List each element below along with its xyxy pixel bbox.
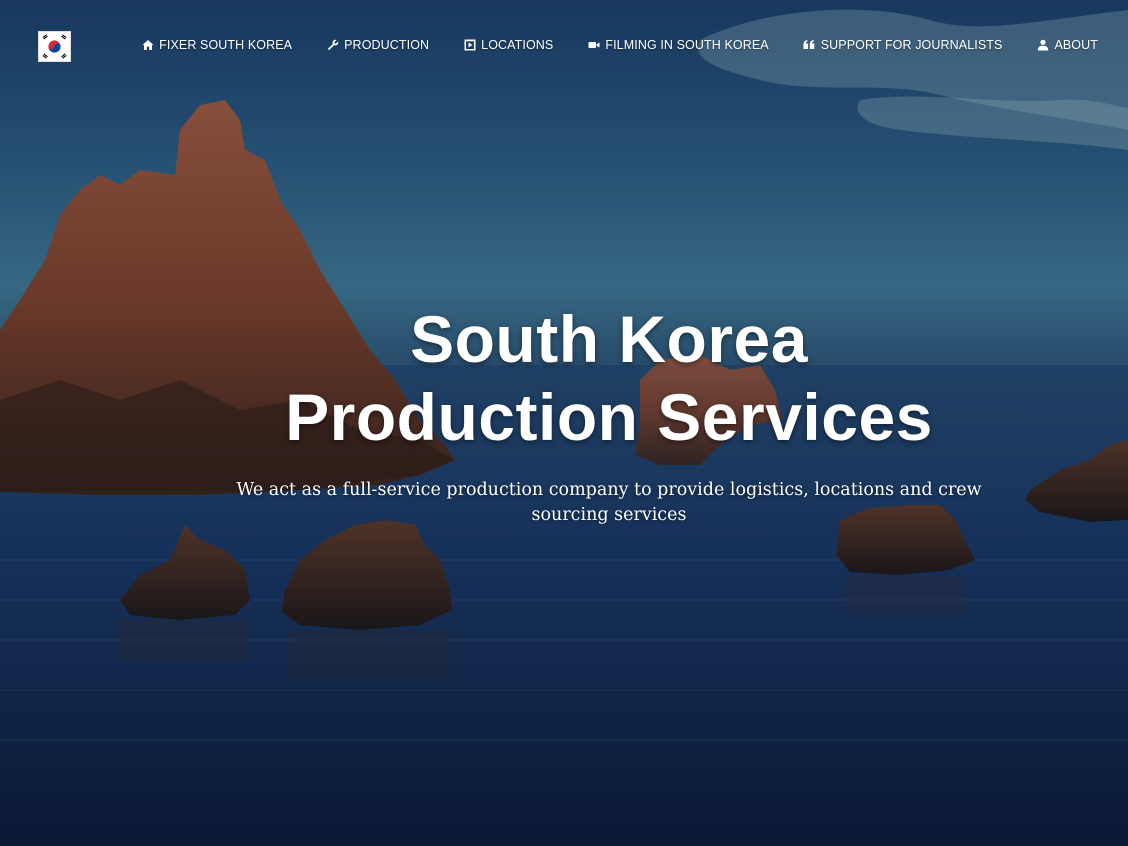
nav-item-locations[interactable]: LOCATIONS [463,38,553,52]
video-camera-icon [587,39,600,52]
hero-subtitle: We act as a full-service production comp… [236,480,982,525]
user-icon [1036,39,1049,52]
main-navigation: FIXER SOUTH KOREA PRODUCTION LOCATIONS F… [141,38,1098,52]
nav-item-support-for-journalists[interactable]: SUPPORT FOR JOURNALISTS [803,38,1003,52]
hero-content: South Korea Production Services We act a… [0,300,1128,528]
site-logo[interactable] [38,31,71,62]
nav-item-label: FILMING IN SOUTH KOREA [605,38,769,52]
nav-item-label: SUPPORT FOR JOURNALISTS [820,38,1003,52]
nav-item-about[interactable]: ABOUT [1036,38,1098,52]
hero-title: South Korea Production Services [285,302,933,454]
nav-item-label: ABOUT [1054,38,1098,52]
nav-item-label: PRODUCTION [344,38,430,52]
nav-item-label: FIXER SOUTH KOREA [159,38,293,52]
quote-icon [803,39,816,52]
nav-item-filming-in-south-korea[interactable]: FILMING IN SOUTH KOREA [587,38,769,52]
nav-item-production[interactable]: PRODUCTION [326,38,429,52]
south-korea-flag-icon [39,32,70,61]
wrench-icon [326,39,339,52]
film-frame-icon [463,39,476,52]
nav-item-label: LOCATIONS [481,38,554,52]
hero-section: FIXER SOUTH KOREA PRODUCTION LOCATIONS F… [0,0,1128,846]
nav-item-fixer-south-korea[interactable]: FIXER SOUTH KOREA [141,38,292,52]
home-icon [141,39,154,52]
